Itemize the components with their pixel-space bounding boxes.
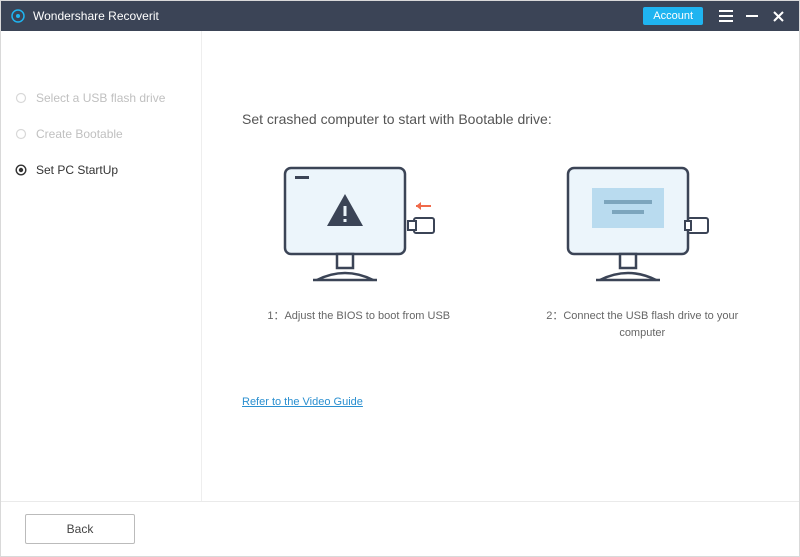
radio-off-icon [15,128,27,140]
menu-icon[interactable] [713,1,739,31]
sidebar-step-label: Create Bootable [36,127,123,141]
app-window: Wondershare Recoverit Account [0,0,800,557]
app-logo-icon [11,9,25,23]
illustration-step-2: 2：Connect the USB flash drive to your co… [526,157,760,341]
monitor-connected-icon [542,162,742,292]
account-button[interactable]: Account [643,7,703,25]
close-icon[interactable] [765,1,791,31]
back-button[interactable]: Back [25,514,135,544]
page-heading: Set crashed computer to start with Boota… [242,111,759,127]
step-caption: 2：Connect the USB flash drive to your co… [537,308,747,341]
main-panel: Set crashed computer to start with Boota… [201,31,799,501]
titlebar: Wondershare Recoverit Account [1,1,799,31]
radio-off-icon [15,92,27,104]
minimize-icon[interactable] [739,1,765,31]
body: Select a USB flash drive Create Bootable… [1,31,799,501]
sidebar-step-set-pc-startup: Set PC StartUp [15,163,187,177]
illustration-step-1: 1：Adjust the BIOS to boot from USB [242,157,476,341]
sidebar-step-label: Select a USB flash drive [36,91,165,105]
illustration-row: 1：Adjust the BIOS to boot from USB [242,157,759,341]
sidebar-step-select-usb: Select a USB flash drive [15,91,187,105]
sidebar-step-label: Set PC StartUp [36,163,118,177]
step-caption: 1：Adjust the BIOS to boot from USB [267,308,450,325]
sidebar: Select a USB flash drive Create Bootable… [1,31,201,501]
app-title: Wondershare Recoverit [33,9,159,23]
sidebar-step-create-bootable: Create Bootable [15,127,187,141]
video-guide-link[interactable]: Refer to the Video Guide [242,396,363,408]
monitor-bios-icon [259,162,459,292]
radio-on-icon [15,164,27,176]
footer: Back [1,501,799,556]
